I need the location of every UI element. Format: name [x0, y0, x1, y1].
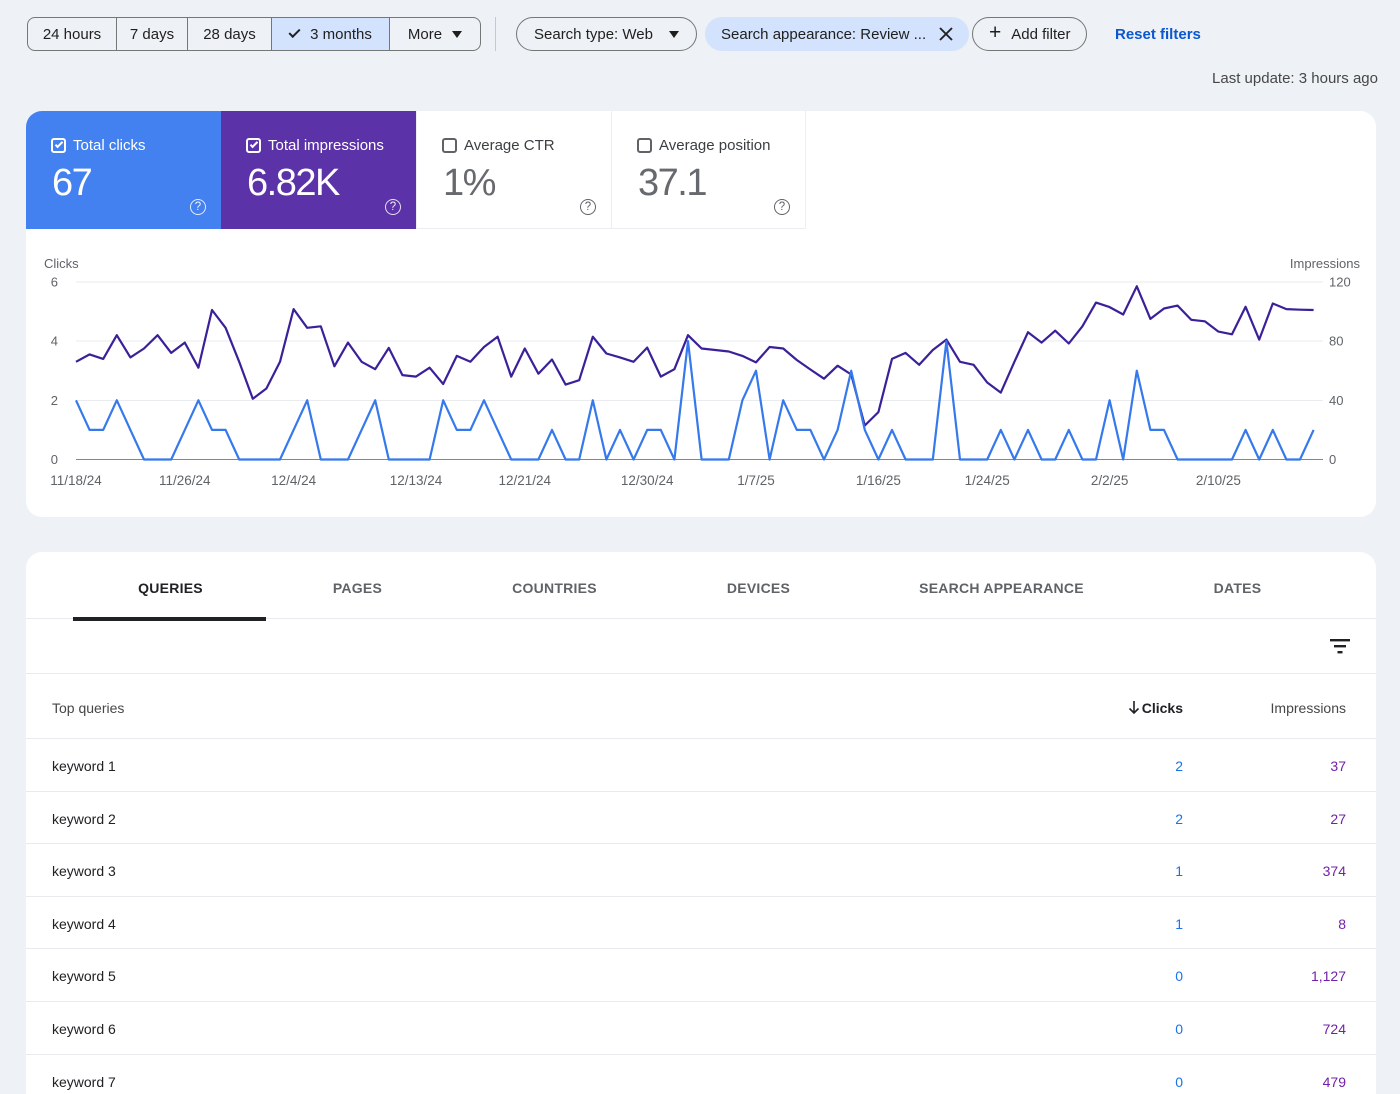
svg-text:2: 2 [51, 393, 58, 408]
svg-text:2/10/25: 2/10/25 [1196, 473, 1241, 488]
svg-text:120: 120 [1329, 275, 1351, 290]
svg-text:0: 0 [51, 452, 58, 467]
svg-text:4: 4 [51, 334, 58, 349]
svg-text:12/21/24: 12/21/24 [499, 473, 552, 488]
svg-text:1/7/25: 1/7/25 [737, 473, 775, 488]
svg-text:12/13/24: 12/13/24 [390, 473, 443, 488]
svg-text:12/30/24: 12/30/24 [621, 473, 674, 488]
svg-text:1/16/25: 1/16/25 [856, 473, 901, 488]
svg-text:40: 40 [1329, 393, 1343, 408]
svg-text:11/18/24: 11/18/24 [50, 473, 102, 488]
svg-text:6: 6 [51, 275, 58, 290]
svg-text:Impressions: Impressions [1290, 256, 1361, 271]
svg-text:Clicks: Clicks [44, 256, 79, 271]
svg-text:11/26/24: 11/26/24 [159, 473, 211, 488]
svg-text:0: 0 [1329, 452, 1336, 467]
svg-text:2/2/25: 2/2/25 [1091, 473, 1129, 488]
svg-text:80: 80 [1329, 334, 1343, 349]
svg-text:12/4/24: 12/4/24 [271, 473, 317, 488]
svg-text:1/24/25: 1/24/25 [965, 473, 1010, 488]
